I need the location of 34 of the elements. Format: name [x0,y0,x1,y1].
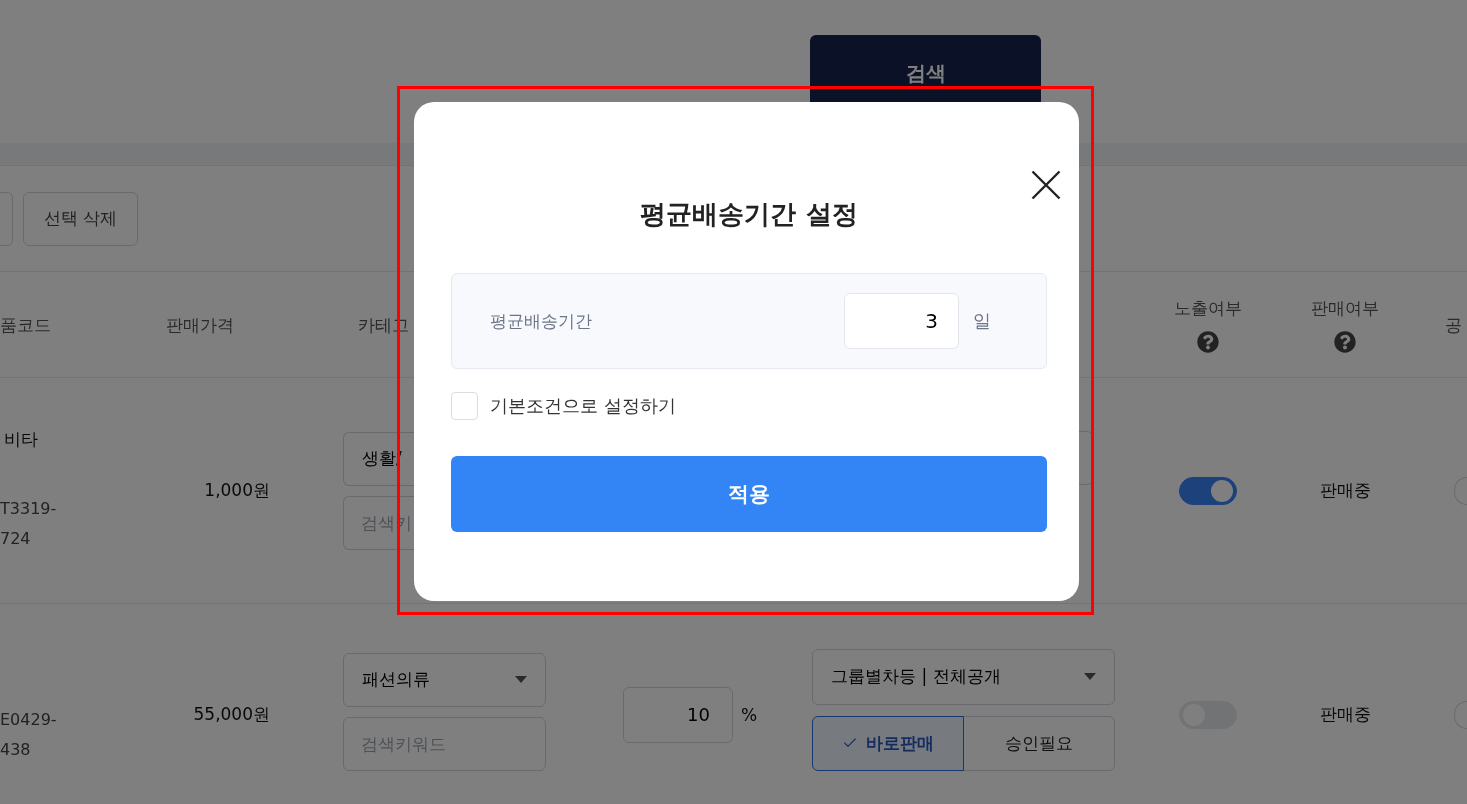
segment-button[interactable]: 승인필요 [963,715,1115,771]
caret-icon [1084,673,1096,680]
column-header: 공 [1445,313,1462,337]
field-label: 평균배송기간 [490,309,592,333]
checkbox[interactable] [451,392,478,420]
product-code: T3319- 724 [0,498,57,550]
close-button[interactable] [1031,170,1061,200]
column-header: 품코드 [0,313,51,337]
unit-label: 일 [973,309,991,333]
close-icon [1031,170,1061,200]
product-code: E0429- 438 [0,708,57,761]
price-text: 1,000원 [204,479,270,502]
search-button[interactable]: 검색 [810,35,1041,102]
segment-button[interactable]: 바로판매 [812,715,964,771]
sale-status: 판매중 [1319,479,1371,502]
caret-icon [515,676,527,683]
exposure-select[interactable]: 그룹별차등 | 전체공개 [812,648,1115,705]
days-input[interactable]: 3 [844,293,959,349]
product-name: 비타 [3,428,38,451]
percent-unit: % [741,704,758,725]
column-header: 노출여부 [1173,297,1242,320]
sale-status: 판매중 [1319,703,1371,726]
category-select[interactable]: 패션의류 [343,652,546,707]
column-header: 판매여부 [1311,297,1379,320]
apply-button[interactable]: 적용 [451,456,1047,532]
price-text: 55,000원 [193,703,270,726]
delete-selected-button[interactable]: 선택 삭제 [23,191,139,246]
toggle-switch[interactable] [1178,476,1237,505]
help-icon[interactable] [1334,331,1356,353]
percent-input[interactable]: 10 [623,686,733,743]
checkbox-label: 기본조건으로 설정하기 [490,394,676,418]
column-header: 판매가격 [166,313,234,337]
dialog-title: 평균배송기간 설정 [639,198,859,231]
help-icon[interactable] [1196,331,1219,353]
